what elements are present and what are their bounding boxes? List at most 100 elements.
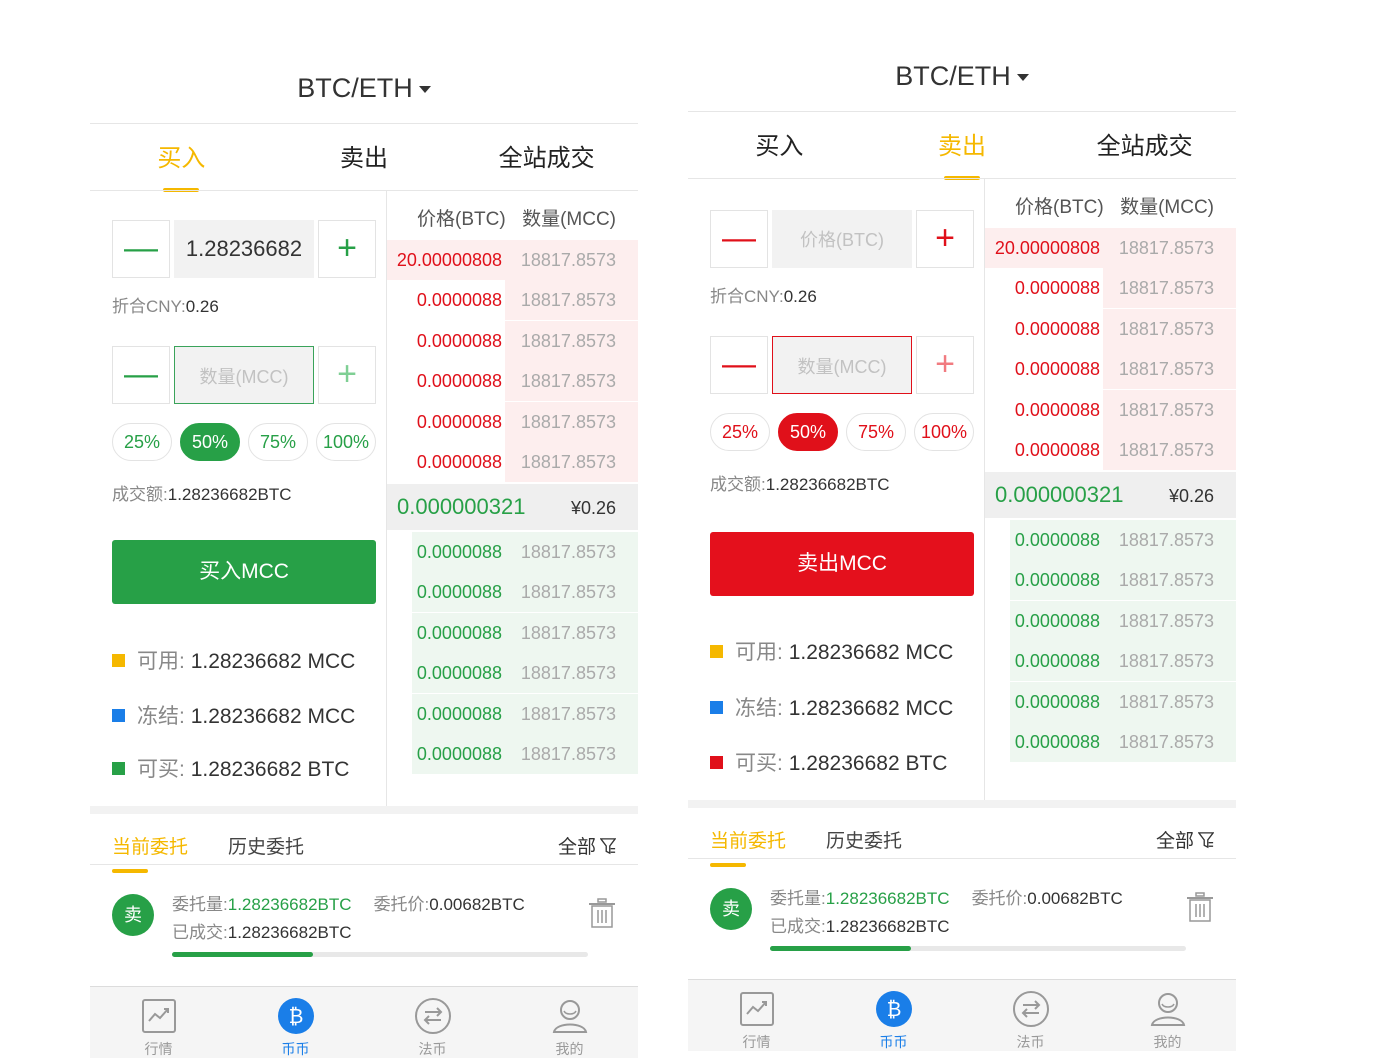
bid-row[interactable]: 0.0000088 18817.8573 (985, 641, 1236, 682)
section-separator (688, 800, 1236, 808)
bid-row[interactable]: 0.0000088 18817.8573 (387, 572, 638, 613)
balance-buyable: 可买: 1.28236682 BTC (112, 753, 349, 783)
ask-row[interactable]: 20.00000808 18817.8573 (387, 240, 638, 280)
percent-button[interactable]: 100% (914, 413, 974, 451)
percent-button[interactable]: 25% (710, 413, 770, 451)
ask-row[interactable]: 0.0000088 18817.8573 (387, 280, 638, 321)
balance-frozen: 冻结: 1.28236682 MCC (112, 700, 355, 730)
price-input[interactable] (174, 220, 314, 278)
profile-user-icon (551, 997, 589, 1035)
pair-selector[interactable]: BTC/ETH (90, 73, 638, 104)
filter-icon (596, 837, 617, 858)
ask-row[interactable]: 0.0000088 18817.8573 (985, 349, 1236, 390)
tabbar-fiat[interactable]: 法币 (962, 980, 1099, 1051)
amount-decrease-button[interactable]: — (112, 346, 170, 404)
trash-icon[interactable] (588, 898, 616, 928)
price-increase-button[interactable]: + (916, 210, 974, 268)
ask-row[interactable]: 0.0000088 18817.8573 (985, 389, 1236, 430)
amount-input[interactable] (773, 339, 911, 396)
tab-sell[interactable]: 卖出 (273, 128, 456, 190)
percent-button[interactable]: 75% (248, 423, 308, 461)
price-decrease-button[interactable]: — (710, 210, 768, 268)
tab-order-history[interactable]: 历史委托 (826, 826, 902, 853)
bid-row[interactable]: 0.0000088 18817.8573 (387, 532, 638, 572)
percent-button[interactable]: 75% (846, 413, 906, 451)
sell-badge: 卖 (710, 888, 752, 930)
ask-row[interactable]: 20.00000808 18817.8573 (985, 228, 1236, 268)
price-decrease-button[interactable]: — (112, 220, 170, 278)
filter-all-button[interactable]: 全部 (1156, 826, 1215, 853)
pair-title: BTC/ETH (297, 73, 413, 103)
ask-row[interactable]: 0.0000088 18817.8573 (387, 361, 638, 402)
tab-order-history[interactable]: 历史委托 (228, 832, 304, 859)
sell-mcc-button[interactable]: 卖出MCC (710, 532, 974, 596)
ask-row[interactable]: 0.0000088 18817.8573 (387, 401, 638, 442)
balance-available: 可用: 1.28236682 MCC (112, 645, 355, 675)
trade-screen-buy: BTC/ETH买入卖出全站成交—+折合CNY:0.26—+25%50%75%10… (90, 0, 638, 1059)
percent-button[interactable]: 100% (316, 423, 376, 461)
amount-increase-button[interactable]: + (916, 336, 974, 394)
legend-square-icon (112, 654, 125, 667)
tab-sell[interactable]: 卖出 (871, 116, 1054, 180)
ask-row[interactable]: 0.0000088 18817.8573 (985, 430, 1236, 470)
price-input[interactable] (772, 211, 912, 270)
tab-current-orders[interactable]: 当前委托 (112, 832, 188, 873)
fiat-exchange-icon (414, 997, 452, 1035)
divider (90, 190, 638, 191)
ask-row[interactable]: 0.0000088 18817.8573 (387, 442, 638, 482)
tab-buy[interactable]: 买入 (688, 116, 871, 178)
buy-mcc-button[interactable]: 买入MCC (112, 540, 376, 604)
bid-row[interactable]: 0.0000088 18817.8573 (985, 600, 1236, 641)
sell-badge: 卖 (112, 894, 154, 936)
bid-row[interactable]: 0.0000088 18817.8573 (985, 520, 1236, 560)
percent-button[interactable]: 25% (112, 423, 172, 461)
last-price-row: 0.000000321 ¥0.26 (387, 484, 638, 530)
percent-button[interactable]: 50% (778, 413, 838, 451)
tab-buy[interactable]: 买入 (90, 128, 273, 192)
divider (90, 123, 638, 124)
order-book-header: 价格(BTC) 数量(MCC) (1015, 197, 1214, 218)
tab-current-orders[interactable]: 当前委托 (710, 826, 786, 867)
trade-screen-sell: BTC/ETH买入卖出全站成交—+折合CNY:0.26—+25%50%75%10… (688, 0, 1236, 1059)
tab-all-trades[interactable]: 全站成交 (1053, 116, 1236, 178)
bid-row[interactable]: 0.0000088 18817.8573 (985, 560, 1236, 601)
bid-row[interactable]: 0.0000088 18817.8573 (387, 653, 638, 694)
bid-row[interactable]: 0.0000088 18817.8573 (985, 681, 1236, 722)
legend-square-icon (112, 762, 125, 775)
divider (688, 178, 1236, 179)
tabbar-coin[interactable]: ₿ 币币 (825, 980, 962, 1051)
percent-button[interactable]: 50% (180, 423, 240, 461)
tabbar-mine[interactable]: 我的 (501, 987, 638, 1058)
bid-row[interactable]: 0.0000088 18817.8573 (387, 612, 638, 653)
ask-row[interactable]: 0.0000088 18817.8573 (985, 308, 1236, 349)
profile-user-icon (1149, 990, 1187, 1028)
price-stepper: —+ (710, 210, 974, 270)
coin-bitcoin-icon: ₿ (277, 997, 315, 1035)
tabbar-coin[interactable]: ₿ 币币 (227, 987, 364, 1058)
amount-decrease-button[interactable]: — (710, 336, 768, 394)
amount-increase-button[interactable]: + (318, 346, 376, 404)
order-item: 卖委托量:1.28236682BTC 委托价:0.00682BTC 已成交:1.28… (688, 862, 1236, 972)
bid-row[interactable]: 0.0000088 18817.8573 (387, 693, 638, 734)
balance-available: 可用: 1.28236682 MCC (710, 636, 953, 666)
svg-text:₿: ₿ (288, 1004, 303, 1028)
tabbar-market[interactable]: 行情 (688, 980, 825, 1051)
pair-selector[interactable]: BTC/ETH (688, 61, 1236, 92)
trash-icon[interactable] (1186, 892, 1214, 922)
tabbar-fiat[interactable]: 法币 (364, 987, 501, 1058)
tabbar-market[interactable]: 行情 (90, 987, 227, 1058)
turnover: 成交额:1.28236682BTC (112, 485, 292, 504)
caret-down-icon (1016, 74, 1029, 82)
bid-row[interactable]: 0.0000088 18817.8573 (985, 722, 1236, 762)
ask-row[interactable]: 0.0000088 18817.8573 (985, 268, 1236, 309)
amount-input[interactable] (175, 349, 313, 406)
filter-all-button[interactable]: 全部 (558, 832, 617, 859)
tabbar-mine[interactable]: 我的 (1099, 980, 1236, 1051)
bid-row[interactable]: 0.0000088 18817.8573 (387, 734, 638, 774)
legend-square-icon (710, 756, 723, 769)
price-increase-button[interactable]: + (318, 220, 376, 278)
trade-tabs: 买入 卖出 全站成交 (688, 116, 1236, 180)
tab-all-trades[interactable]: 全站成交 (455, 128, 638, 190)
ask-row[interactable]: 0.0000088 18817.8573 (387, 320, 638, 361)
last-price-row: 0.000000321 ¥0.26 (985, 472, 1236, 518)
